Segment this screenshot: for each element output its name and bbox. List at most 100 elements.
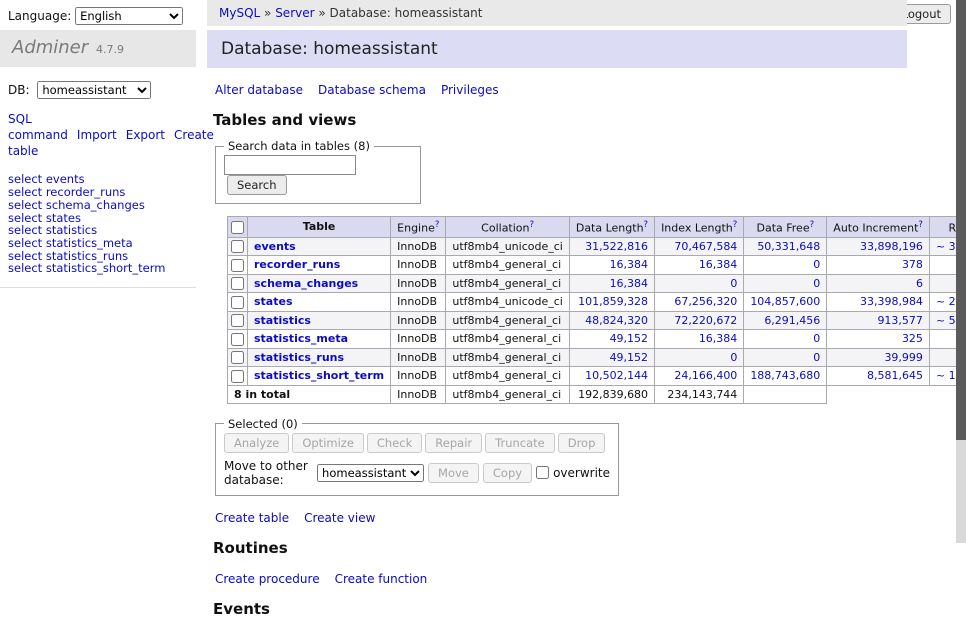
selected-action-button[interactable]: Check xyxy=(367,433,422,453)
data-free-link[interactable]: 0 xyxy=(813,277,820,290)
app-name-link[interactable]: Adminer xyxy=(12,37,88,58)
data-free-cell: 0 xyxy=(744,274,827,293)
auto-increment-link[interactable]: 6 xyxy=(916,277,923,290)
sidebar-action-link[interactable]: SQL command xyxy=(8,112,68,142)
data-length-link[interactable]: 49,152 xyxy=(610,351,649,364)
move-button[interactable]: Move xyxy=(428,463,479,483)
index-length-link[interactable]: 67,256,320 xyxy=(674,295,737,308)
column-help-link[interactable]: ? xyxy=(918,220,923,230)
table-name-link[interactable]: schema_changes xyxy=(254,277,358,290)
row-checkbox[interactable] xyxy=(231,240,244,253)
auto-increment-link[interactable]: 33,398,984 xyxy=(860,295,923,308)
column-header: Auto Increment? xyxy=(827,217,930,238)
index-length-link[interactable]: 16,384 xyxy=(699,332,738,345)
scrollbar-thumb[interactable] xyxy=(956,0,966,440)
create-link[interactable]: Create table xyxy=(215,511,289,525)
column-help-link[interactable]: ? xyxy=(733,220,738,230)
row-checkbox[interactable] xyxy=(231,370,244,383)
sidebar-table-link[interactable]: select statistics_short_term xyxy=(8,262,196,275)
selected-action-button[interactable]: Analyze xyxy=(224,433,289,453)
table-name-link[interactable]: statistics xyxy=(254,314,311,327)
db-action-link[interactable]: Alter database xyxy=(215,83,303,97)
table-name-link[interactable]: statistics_runs xyxy=(254,351,344,364)
search-button[interactable]: Search xyxy=(227,175,287,195)
sidebar-table-link[interactable]: select schema_changes xyxy=(8,199,196,212)
routine-create-link[interactable]: Create procedure xyxy=(215,572,320,586)
routine-create-link[interactable]: Create function xyxy=(335,572,428,586)
move-db-select[interactable]: homeassistant xyxy=(317,464,424,482)
sidebar-table-link[interactable]: select recorder_runs xyxy=(8,186,196,199)
sidebar-table-link[interactable]: select statistics_meta xyxy=(8,237,196,250)
index-length-link[interactable]: 16,384 xyxy=(699,258,738,271)
table-name-link[interactable]: events xyxy=(254,240,296,253)
row-checkbox[interactable] xyxy=(231,314,244,327)
data-length-cell: 16,384 xyxy=(569,256,654,275)
data-length-cell: 10,502,144 xyxy=(569,367,654,386)
data-length-link[interactable]: 10,502,144 xyxy=(585,369,648,382)
row-checkbox[interactable] xyxy=(231,333,244,346)
column-help-link[interactable]: ? xyxy=(530,220,535,230)
data-free-link[interactable]: 188,743,680 xyxy=(750,369,820,382)
selected-action-button[interactable]: Drop xyxy=(558,433,606,453)
table-name-link[interactable]: states xyxy=(254,295,293,308)
create-link[interactable]: Create view xyxy=(304,511,375,525)
language-select[interactable]: English xyxy=(75,7,183,25)
selected-action-button[interactable]: Repair xyxy=(425,433,482,453)
auto-increment-link[interactable]: 39,999 xyxy=(884,351,923,364)
tables-table: TableEngine?Collation?Data Length?Index … xyxy=(227,216,966,404)
row-checkbox-cell xyxy=(228,367,248,386)
column-header-label: Auto Increment xyxy=(833,222,918,235)
column-help-link[interactable]: ? xyxy=(644,220,649,230)
data-length-link[interactable]: 16,384 xyxy=(610,258,649,271)
data-free-link[interactable]: 0 xyxy=(813,258,820,271)
data-length-link[interactable]: 49,152 xyxy=(610,332,649,345)
index-length-cell: 72,220,672 xyxy=(655,311,744,330)
overwrite-checkbox[interactable] xyxy=(536,466,549,479)
data-free-link[interactable]: 0 xyxy=(813,351,820,364)
index-length-link[interactable]: 0 xyxy=(730,277,737,290)
table-name-link[interactable]: statistics_short_term xyxy=(254,369,384,382)
db-action-link[interactable]: Privileges xyxy=(441,83,499,97)
breadcrumb-link[interactable]: MySQL xyxy=(219,6,260,20)
data-free-link[interactable]: 104,857,600 xyxy=(750,295,820,308)
auto-increment-link[interactable]: 8,581,645 xyxy=(867,369,923,382)
select-all-checkbox[interactable] xyxy=(231,221,244,234)
db-select[interactable]: homeassistant xyxy=(37,81,151,99)
row-checkbox[interactable] xyxy=(231,296,244,309)
copy-button[interactable]: Copy xyxy=(483,463,532,483)
index-length-link[interactable]: 72,220,672 xyxy=(674,314,737,327)
row-checkbox[interactable] xyxy=(231,277,244,290)
data-length-link[interactable]: 101,859,328 xyxy=(578,295,648,308)
total-row: 8 in totalInnoDButf8mb4_general_ci192,83… xyxy=(228,385,966,403)
auto-increment-link[interactable]: 33,898,196 xyxy=(860,240,923,253)
data-free-link[interactable]: 50,331,648 xyxy=(757,240,820,253)
selected-action-button[interactable]: Truncate xyxy=(485,433,555,453)
sidebar-action-link[interactable]: Export xyxy=(126,128,165,142)
index-length-link[interactable]: 24,166,400 xyxy=(674,369,737,382)
selected-action-button[interactable]: Optimize xyxy=(292,433,364,453)
breadcrumb-link[interactable]: Server xyxy=(275,6,314,20)
index-length-link[interactable]: 0 xyxy=(730,351,737,364)
index-length-link[interactable]: 70,467,584 xyxy=(674,240,737,253)
data-length-link[interactable]: 31,522,816 xyxy=(585,240,648,253)
data-free-link[interactable]: 0 xyxy=(813,332,820,345)
data-length-link[interactable]: 16,384 xyxy=(610,277,649,290)
column-help-link[interactable]: ? xyxy=(810,220,815,230)
auto-increment-link[interactable]: 325 xyxy=(902,332,923,345)
column-help-link[interactable]: ? xyxy=(435,220,440,230)
db-action-link[interactable]: Database schema xyxy=(318,83,426,97)
auto-increment-link[interactable]: 378 xyxy=(902,258,923,271)
row-checkbox[interactable] xyxy=(231,351,244,364)
data-free-link[interactable]: 6,291,456 xyxy=(764,314,820,327)
table-name-link[interactable]: recorder_runs xyxy=(254,258,340,271)
sidebar-action-link[interactable]: Import xyxy=(77,128,117,142)
auto-increment-link[interactable]: 913,577 xyxy=(877,314,923,327)
table-name-link[interactable]: statistics_meta xyxy=(254,332,348,345)
table-name-cell: statistics_short_term xyxy=(248,367,391,386)
row-checkbox[interactable] xyxy=(231,259,244,272)
data-length-link[interactable]: 48,824,320 xyxy=(585,314,648,327)
overwrite-label[interactable]: overwrite xyxy=(553,466,610,480)
data-length-cell: 31,522,816 xyxy=(569,237,654,256)
scrollbar[interactable] xyxy=(956,0,966,543)
search-input[interactable] xyxy=(224,155,356,175)
